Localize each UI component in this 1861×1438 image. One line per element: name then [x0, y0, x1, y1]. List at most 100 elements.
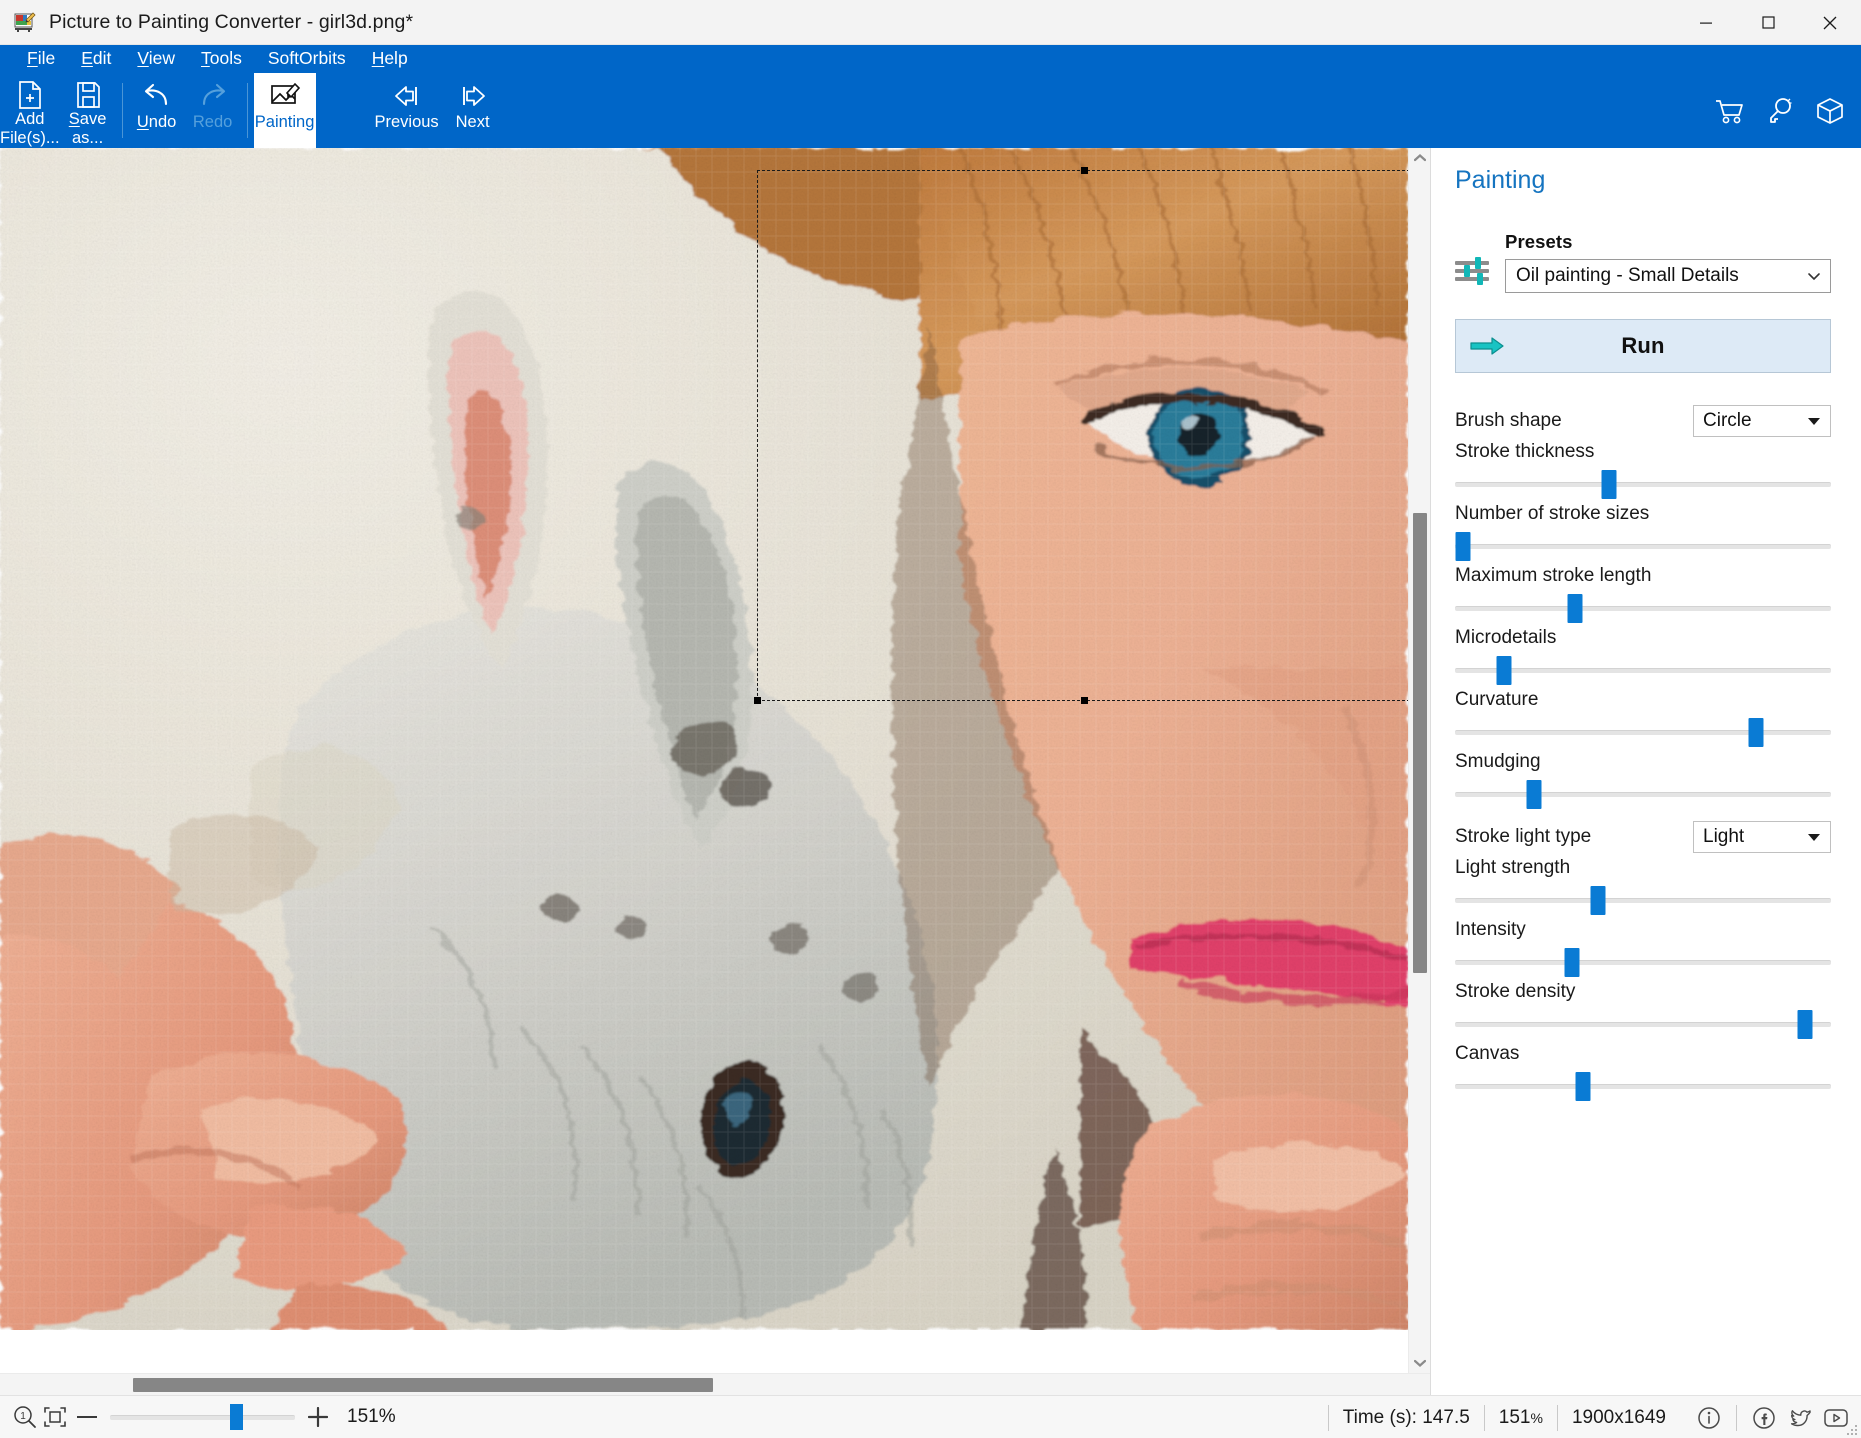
- scroll-up-icon[interactable]: [1409, 148, 1431, 168]
- maximum-stroke-length-slider[interactable]: [1455, 593, 1831, 623]
- slider-group-stroke-thickness: Stroke thickness: [1455, 437, 1831, 499]
- fit-to-window-icon[interactable]: [40, 1402, 70, 1432]
- minimize-button[interactable]: [1675, 0, 1737, 45]
- run-button[interactable]: Run: [1455, 319, 1831, 373]
- zoom-status-unit: %: [1530, 1409, 1543, 1426]
- status-divider: [1736, 1404, 1737, 1431]
- slider-track: [1455, 730, 1831, 735]
- number-stroke-sizes-slider[interactable]: [1455, 531, 1831, 561]
- intensity-slider[interactable]: [1455, 947, 1831, 977]
- canvas-slider[interactable]: [1455, 1071, 1831, 1101]
- smudging-slider[interactable]: [1455, 779, 1831, 809]
- vertical-scroll-track[interactable]: [1409, 168, 1431, 1353]
- zoom-status: 151%: [1483, 1404, 1557, 1431]
- chevron-down-icon: [1808, 417, 1820, 425]
- previous-button[interactable]: Previous: [374, 73, 440, 148]
- key-icon[interactable]: [1763, 94, 1797, 128]
- slider-thumb[interactable]: [1455, 532, 1471, 561]
- zoom-status-value: 151: [1498, 1406, 1531, 1428]
- painting-tab-button[interactable]: Painting: [253, 73, 316, 148]
- scroll-down-icon[interactable]: [1409, 1353, 1431, 1373]
- picture-painting-app-icon: [14, 11, 36, 33]
- curvature-label: Curvature: [1455, 689, 1539, 710]
- brush-shape-label: Brush shape: [1455, 410, 1562, 431]
- save-as-button[interactable]: Save as...: [60, 73, 116, 148]
- slider-thumb[interactable]: [1567, 594, 1583, 623]
- brush-shape-value: Circle: [1703, 410, 1752, 431]
- canvas-horizontal-scrollbar[interactable]: [0, 1373, 1430, 1395]
- stroke-thickness-slider[interactable]: [1455, 469, 1831, 499]
- zoom-1to1-icon[interactable]: 1: [10, 1402, 40, 1432]
- presets-select[interactable]: Oil painting - Small Details: [1505, 259, 1831, 293]
- menu-bar: File Edit View Tools SoftOrbits Help: [0, 45, 1861, 73]
- horizontal-scroll-thumb[interactable]: [133, 1378, 713, 1392]
- slider-group-microdetails: Microdetails: [1455, 623, 1831, 685]
- undo-button[interactable]: Undo: [129, 73, 185, 148]
- slider-group-intensity: Intensity: [1455, 915, 1831, 977]
- slider-thumb[interactable]: [1575, 1072, 1591, 1101]
- resize-grip[interactable]: [1846, 1423, 1858, 1435]
- curvature-slider[interactable]: [1455, 717, 1831, 747]
- zoom-slider-track: [110, 1415, 295, 1420]
- run-label: Run: [1621, 333, 1665, 358]
- time-status: Time (s): 147.5: [1327, 1404, 1484, 1431]
- toolbar-separator-2: [246, 83, 248, 138]
- brush-shape-select[interactable]: Circle: [1693, 405, 1831, 437]
- slider-track: [1455, 482, 1831, 487]
- cart-icon[interactable]: [1713, 94, 1747, 128]
- maximize-button[interactable]: [1737, 0, 1799, 45]
- slider-group-curvature: Curvature: [1455, 685, 1831, 747]
- toolbar-file-group: Add File(s)... Save as...: [0, 73, 116, 148]
- add-file-icon: [16, 79, 44, 110]
- image-viewport[interactable]: [0, 148, 1408, 1373]
- zoom-out-button[interactable]: [70, 1402, 104, 1432]
- stroke-density-slider[interactable]: [1455, 1009, 1831, 1039]
- slider-thumb[interactable]: [1564, 948, 1580, 977]
- menu-edit[interactable]: Edit: [68, 48, 124, 71]
- menu-view[interactable]: View: [124, 48, 188, 71]
- twitter-icon[interactable]: [1785, 1403, 1815, 1433]
- slider-thumb[interactable]: [1526, 780, 1542, 809]
- title-bar: Picture to Painting Converter - girl3d.p…: [0, 0, 1861, 45]
- intensity-label: Intensity: [1455, 919, 1526, 940]
- slider-thumb[interactable]: [1590, 886, 1606, 915]
- panel-title: Painting: [1455, 166, 1546, 194]
- box-icon[interactable]: [1813, 94, 1847, 128]
- light-strength-slider[interactable]: [1455, 885, 1831, 915]
- close-button[interactable]: [1799, 0, 1861, 45]
- toolbar: Add File(s)... Save as... Undo Redo Pain…: [0, 73, 1861, 148]
- stroke-light-type-row: Stroke light type Light: [1455, 821, 1831, 853]
- facebook-icon[interactable]: [1749, 1403, 1779, 1433]
- menu-file[interactable]: File: [14, 48, 68, 71]
- microdetails-slider[interactable]: [1455, 655, 1831, 685]
- next-arrow-icon: [456, 79, 490, 113]
- svg-text:1: 1: [20, 1411, 26, 1422]
- main-area: Painting Presets Oil painting - Small De…: [0, 148, 1861, 1395]
- menu-help[interactable]: Help: [359, 48, 421, 71]
- add-files-button[interactable]: Add File(s)...: [0, 73, 60, 148]
- stroke-light-type-label: Stroke light type: [1455, 826, 1592, 847]
- painting-icon: [269, 79, 301, 113]
- slider-track: [1455, 792, 1831, 797]
- slider-thumb[interactable]: [1797, 1010, 1813, 1039]
- slider-thumb[interactable]: [1748, 718, 1764, 747]
- canvas-label: Canvas: [1455, 1043, 1520, 1064]
- zoom-slider[interactable]: [110, 1402, 295, 1432]
- next-button[interactable]: Next: [440, 73, 506, 148]
- canvas-vertical-scrollbar[interactable]: [1408, 148, 1430, 1373]
- slider-thumb[interactable]: [1496, 656, 1512, 685]
- app-window: Picture to Painting Converter - girl3d.p…: [0, 0, 1861, 1438]
- toolbar-separator-1: [121, 83, 123, 138]
- zoom-in-button[interactable]: [301, 1402, 335, 1432]
- slider-thumb[interactable]: [1601, 470, 1617, 499]
- sliders-icon: [1453, 251, 1493, 291]
- zoom-slider-thumb[interactable]: [230, 1404, 244, 1430]
- menu-softorbits[interactable]: SoftOrbits: [255, 48, 359, 71]
- info-icon[interactable]: [1694, 1403, 1724, 1433]
- vertical-scroll-thumb[interactable]: [1412, 513, 1427, 973]
- smudging-label: Smudging: [1455, 751, 1541, 772]
- stroke-light-type-select[interactable]: Light: [1693, 821, 1831, 853]
- slider-track: [1455, 544, 1831, 549]
- next-label: Next: [455, 113, 490, 131]
- menu-tools[interactable]: Tools: [188, 48, 255, 71]
